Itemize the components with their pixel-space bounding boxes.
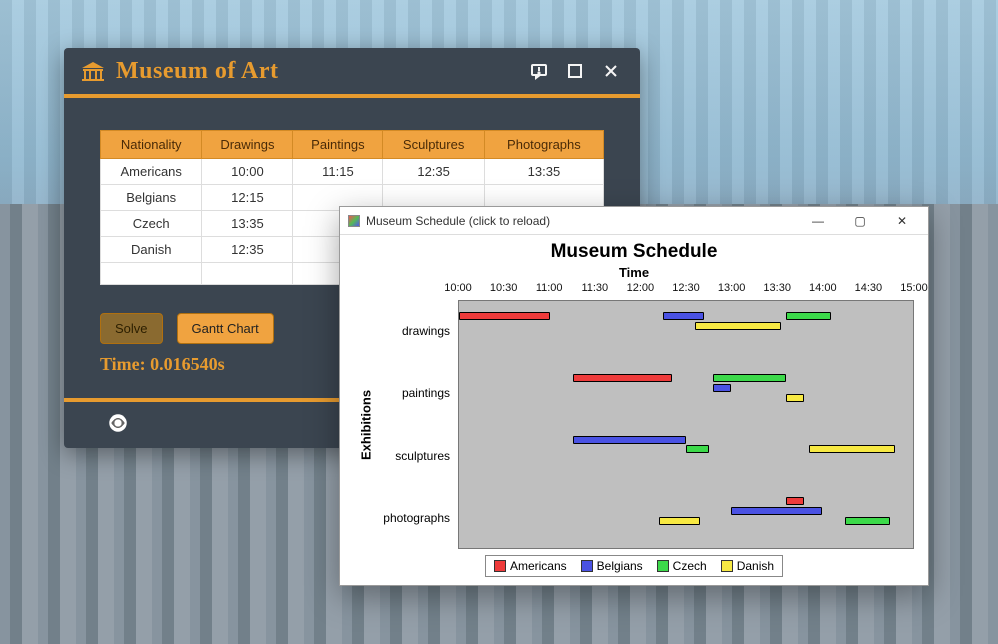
x-tick: 14:00 (809, 282, 837, 294)
gantt-bar (695, 322, 781, 330)
cell: 13:35 (484, 159, 603, 185)
cell: Czech (101, 211, 202, 237)
legend-label: Americans (510, 559, 567, 573)
gantt-bar (659, 517, 700, 525)
col-nationality: Nationality (101, 131, 202, 159)
x-tick: 11:30 (581, 282, 608, 294)
maximize-icon[interactable] (562, 58, 588, 84)
legend-item: Americans (494, 559, 567, 573)
x-tick: 13:30 (763, 282, 791, 294)
legend: Americans Belgians Czech Danish (485, 555, 783, 577)
chart-window-title: Museum Schedule (click to reload) (366, 214, 550, 228)
gantt-bar (786, 312, 831, 320)
x-tick: 13:00 (718, 282, 746, 294)
app-title: Museum of Art (116, 58, 278, 85)
legend-swatch (657, 560, 669, 572)
gantt-bar (731, 507, 822, 515)
y-axis-label: Exhibitions (354, 300, 378, 549)
legend-label: Belgians (597, 559, 643, 573)
x-tick: 12:00 (627, 282, 655, 294)
close-icon[interactable]: ✕ (884, 207, 920, 234)
gantt-bar (459, 312, 550, 320)
legend-item: Danish (721, 559, 774, 573)
cell: 12:35 (383, 159, 484, 185)
gantt-bar (573, 374, 673, 382)
legend-item: Czech (657, 559, 707, 573)
x-tick: 14:30 (855, 282, 883, 294)
gantt-bar (713, 384, 731, 392)
cell: Belgians (101, 185, 202, 211)
y-label: sculptures (378, 425, 458, 487)
col-sculptures: Sculptures (383, 131, 484, 159)
col-photographs: Photographs (484, 131, 603, 159)
cell: Danish (101, 237, 202, 263)
chart-body[interactable]: Museum Schedule Time 10:00 10:30 11:00 11:3… (340, 235, 928, 585)
legend-swatch (494, 560, 506, 572)
minimize-icon[interactable]: — (800, 207, 836, 234)
gantt-bar (845, 517, 890, 525)
feedback-icon[interactable] (526, 58, 552, 84)
maximize-icon[interactable]: ▢ (842, 207, 878, 234)
gantt-bar (663, 312, 704, 320)
y-label: drawings (378, 300, 458, 362)
gantt-bar (573, 436, 687, 444)
col-drawings: Drawings (202, 131, 293, 159)
cell: Americans (101, 159, 202, 185)
legend-swatch (581, 560, 593, 572)
legend-item: Belgians (581, 559, 643, 573)
museum-icon (80, 60, 106, 82)
col-paintings: Paintings (293, 131, 383, 159)
close-icon[interactable] (598, 58, 624, 84)
window-app-icon (348, 215, 360, 227)
cell: 13:35 (202, 211, 293, 237)
x-tick: 12:30 (672, 282, 700, 294)
titlebar: Museum of Art (64, 48, 640, 98)
gantt-bar (809, 445, 895, 453)
legend-label: Danish (737, 559, 774, 573)
chart-window: Museum Schedule (click to reload) — ▢ ✕ … (339, 206, 929, 586)
x-tick-row: 10:0010:3011:0011:3012:0012:3013:0013:30… (458, 282, 914, 300)
legend-label: Czech (673, 559, 707, 573)
logo-icon (104, 409, 132, 442)
plot-area (458, 300, 914, 549)
x-tick: 10:30 (490, 282, 518, 294)
gantt-bar (786, 497, 804, 505)
x-tick: 10:00 (444, 282, 472, 294)
y-label: paintings (378, 362, 458, 424)
x-tick: 15:00 (900, 282, 928, 294)
gantt-bar (713, 374, 786, 382)
gantt-bar (686, 445, 709, 453)
chart-x-title: Time (354, 265, 914, 280)
y-label: photographs (378, 487, 458, 549)
solve-button[interactable]: Solve (100, 313, 163, 344)
legend-swatch (721, 560, 733, 572)
gantt-bar (786, 394, 804, 402)
chart-title: Museum Schedule (354, 241, 914, 263)
gantt-chart-button[interactable]: Gantt Chart (177, 313, 274, 344)
cell: 12:15 (202, 185, 293, 211)
table-header-row: Nationality Drawings Paintings Sculpture… (101, 131, 604, 159)
cell: 11:15 (293, 159, 383, 185)
table-row: Americans 10:00 11:15 12:35 13:35 (101, 159, 604, 185)
cell: 10:00 (202, 159, 293, 185)
x-tick: 11:00 (536, 282, 563, 294)
chart-window-titlebar: Museum Schedule (click to reload) — ▢ ✕ (340, 207, 928, 235)
cell: 12:35 (202, 237, 293, 263)
y-category-labels: drawings paintings sculptures photograph… (378, 300, 458, 549)
